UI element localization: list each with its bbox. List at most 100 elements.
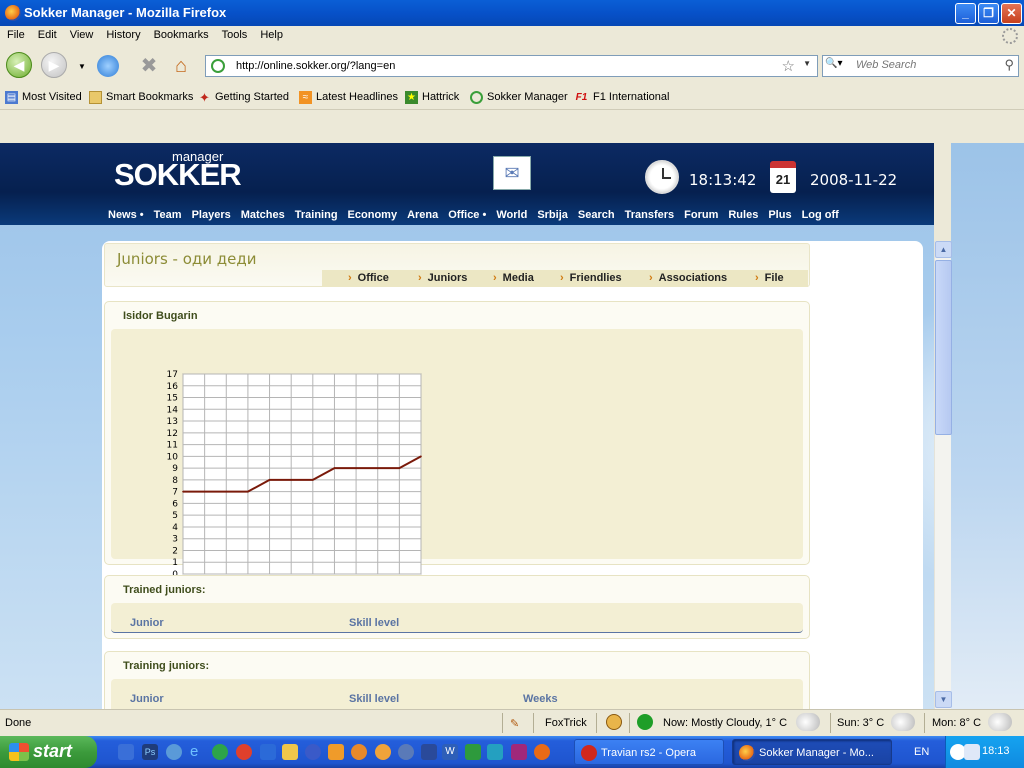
y-tick-label: 17: [167, 370, 178, 380]
url-input[interactable]: [236, 58, 776, 74]
web-search-input[interactable]: [856, 59, 996, 71]
bookmark-f1-international[interactable]: F1 F1 International: [573, 91, 670, 103]
menu-edit[interactable]: Edit: [31, 26, 63, 41]
quicklaunch-ie-icon[interactable]: e: [190, 744, 206, 760]
bookmark-most-visited[interactable]: ▤ Most Visited: [5, 91, 82, 104]
task-sokker-firefox[interactable]: Sokker Manager - Mo...: [732, 739, 892, 765]
nav-world[interactable]: World: [496, 209, 527, 221]
home-icon[interactable]: ⌂: [170, 55, 192, 77]
taskbar: start Ps e W Travian rs2 - Opera Sokker …: [0, 736, 1024, 768]
nav-arena[interactable]: Arena: [407, 209, 438, 221]
bookmark-getting-started[interactable]: ✦ Getting Started: [198, 91, 289, 104]
y-tick-label: 6: [172, 499, 178, 509]
menu-help[interactable]: Help: [253, 26, 289, 41]
menu-view[interactable]: View: [63, 26, 100, 41]
subnav-file[interactable]: File: [755, 272, 784, 284]
foxtrick-label[interactable]: FoxTrick: [545, 717, 587, 729]
quicklaunch-folder-icon[interactable]: [282, 744, 298, 760]
scroll-down-button[interactable]: ▼: [935, 691, 952, 708]
nav-team[interactable]: Team: [154, 209, 182, 221]
address-bar[interactable]: ☆ ▼: [205, 55, 818, 77]
trained-juniors-card: Trained juniors: Junior Skill level: [104, 575, 810, 639]
foxtrick-face-icon[interactable]: [606, 714, 622, 730]
window-titlebar: Sokker Manager - Mozilla Firefox _ ❐ ✕: [0, 0, 1024, 26]
url-dropdown-icon[interactable]: ▼: [803, 59, 811, 68]
nav-players[interactable]: Players: [192, 209, 231, 221]
data-point: [420, 455, 422, 458]
menu-history[interactable]: History: [99, 26, 146, 41]
minimize-button[interactable]: _: [955, 3, 976, 24]
quicklaunch-app-icon[interactable]: [398, 744, 414, 760]
close-button[interactable]: ✕: [1001, 3, 1022, 24]
quicklaunch-photoshop-icon[interactable]: Ps: [142, 744, 158, 760]
reload-icon[interactable]: [97, 55, 119, 77]
scroll-thumb[interactable]: [935, 260, 952, 435]
bookmark-latest-headlines[interactable]: ≈ Latest Headlines: [299, 91, 398, 104]
quicklaunch-firefox-icon[interactable]: [534, 744, 550, 760]
nav-training[interactable]: Training: [295, 209, 338, 221]
window-title: Sokker Manager - Mozilla Firefox: [24, 5, 227, 20]
maximize-button[interactable]: ❐: [978, 3, 999, 24]
quicklaunch-app-icon[interactable]: [465, 744, 481, 760]
vertical-scrollbar[interactable]: ▲ ▼: [934, 241, 952, 709]
mail-icon[interactable]: ✉: [493, 156, 531, 190]
quicklaunch-media-icon[interactable]: [305, 744, 321, 760]
quicklaunch-app-icon[interactable]: [511, 744, 527, 760]
search-go-icon[interactable]: ⚲: [1004, 57, 1014, 73]
menu-tools[interactable]: Tools: [215, 26, 254, 41]
nav-srbija[interactable]: Srbija: [537, 209, 568, 221]
trained-juniors-header: Junior Skill level: [111, 603, 803, 633]
forward-button[interactable]: ▶: [41, 52, 67, 78]
quicklaunch-app-icon[interactable]: [166, 744, 182, 760]
nav-office[interactable]: Office •: [448, 209, 486, 221]
volume-icon[interactable]: [964, 744, 980, 760]
taskbar-clock[interactable]: 18:13: [982, 745, 1010, 757]
search-box[interactable]: 🔍▾ ⚲: [822, 55, 1019, 77]
trained-col-skill: Skill level: [349, 617, 400, 629]
quicklaunch-app-icon[interactable]: [375, 744, 391, 760]
bookmark-smart-bookmarks[interactable]: Smart Bookmarks: [89, 91, 193, 104]
f1-icon: F1: [575, 92, 588, 103]
menu-bookmarks[interactable]: Bookmarks: [147, 26, 215, 41]
subnav-juniors[interactable]: Juniors: [418, 272, 468, 284]
subnav-office[interactable]: Office: [348, 272, 389, 284]
nav-news[interactable]: News •: [108, 209, 144, 221]
foxtrick-settings-icon[interactable]: ✎: [510, 717, 519, 730]
nav-plus[interactable]: Plus: [768, 209, 791, 221]
quicklaunch-app-icon[interactable]: [260, 744, 276, 760]
subnav-friendlies[interactable]: Friendlies: [560, 272, 622, 284]
quicklaunch-word-icon[interactable]: W: [442, 744, 458, 760]
quicklaunch-messenger-icon[interactable]: [487, 744, 503, 760]
scroll-up-button[interactable]: ▲: [935, 241, 952, 258]
stop-icon[interactable]: ✖: [138, 55, 160, 77]
quicklaunch-desktop-icon[interactable]: [118, 744, 134, 760]
task-travian-opera[interactable]: Travian rs2 - Opera: [574, 739, 724, 765]
nav-matches[interactable]: Matches: [241, 209, 285, 221]
start-button[interactable]: start: [0, 736, 97, 768]
nav-logoff[interactable]: Log off: [802, 209, 839, 221]
nav-transfers[interactable]: Transfers: [625, 209, 675, 221]
status-green-icon[interactable]: [637, 714, 653, 730]
quicklaunch-save-icon[interactable]: [421, 744, 437, 760]
web-content: manager SOKKER ✉ 18:13:42 21 2008-11-22 …: [0, 143, 934, 709]
search-engine-icon[interactable]: 🔍▾: [825, 58, 853, 74]
bookmark-sokker-manager[interactable]: Sokker Manager: [470, 91, 568, 104]
bookmark-hattrick[interactable]: ★ Hattrick: [405, 91, 459, 104]
chart-band: 01234567891011121314151617: [111, 329, 803, 580]
quicklaunch-app-icon[interactable]: [351, 744, 367, 760]
menu-file[interactable]: File: [0, 26, 31, 41]
junior-name[interactable]: Isidor Bugarin: [123, 310, 198, 322]
language-indicator[interactable]: EN: [914, 746, 929, 758]
nav-economy[interactable]: Economy: [348, 209, 398, 221]
nav-forum[interactable]: Forum: [684, 209, 718, 221]
sokker-logo[interactable]: SOKKER: [114, 157, 242, 193]
nav-search[interactable]: Search: [578, 209, 615, 221]
quicklaunch-info-icon[interactable]: [212, 744, 228, 760]
subnav-media[interactable]: Media: [493, 272, 534, 284]
subnav-associations[interactable]: Associations: [649, 272, 727, 284]
nav-rules[interactable]: Rules: [728, 209, 758, 221]
back-button[interactable]: ◀: [6, 52, 32, 78]
quicklaunch-opera-icon[interactable]: [236, 744, 252, 760]
bookmark-star-icon[interactable]: ☆: [782, 57, 795, 75]
quicklaunch-app-icon[interactable]: [328, 744, 344, 760]
